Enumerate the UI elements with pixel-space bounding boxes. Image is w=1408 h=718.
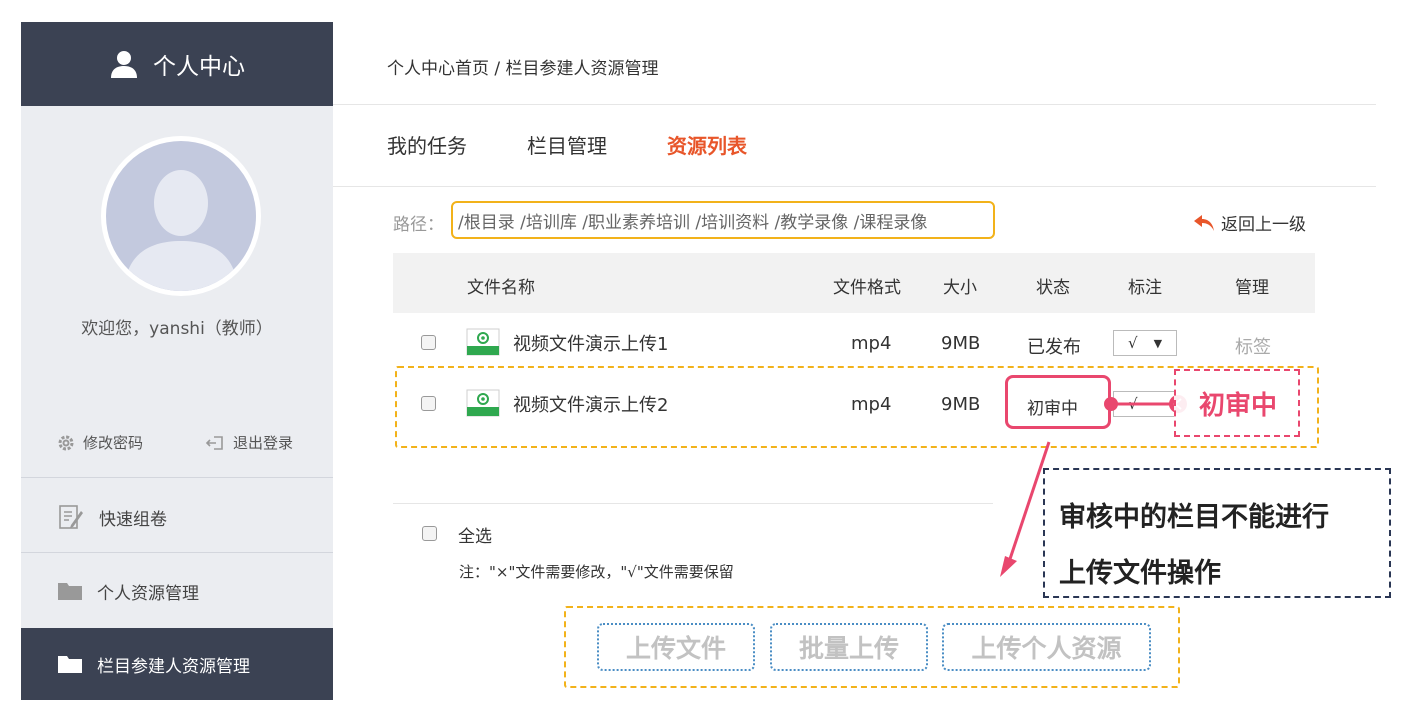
tabs-divider — [333, 186, 1376, 187]
path-label: 路径： — [393, 215, 444, 235]
back-button[interactable]: 返回上一级 — [1193, 210, 1306, 235]
sidebar-divider — [21, 552, 333, 553]
col-mark: 标注 — [1128, 278, 1162, 298]
folder-icon — [58, 656, 82, 673]
path-breadcrumb[interactable]: /根目录 /培训库 /职业素养培训 /培训资料 /教学录像 /课程录像 — [451, 201, 995, 239]
back-label: 返回上一级 — [1221, 215, 1306, 235]
file-format: mp4 — [851, 333, 892, 354]
welcome-text: 欢迎您，yanshi（教师） — [81, 319, 273, 339]
select-all-label[interactable]: 全选 — [458, 522, 492, 547]
annotation-note-line2: 上传文件操作 — [1059, 558, 1221, 589]
sidebar-divider — [21, 477, 333, 478]
batch-upload-button[interactable]: 批量上传 — [770, 623, 928, 671]
path-value: /根目录 /培训库 /职业素养培训 /培训资料 /教学录像 /课程录像 — [458, 212, 928, 233]
table-row: 视频文件演示上传1 mp4 9MB 已发布 √ ▼ 标签 — [393, 313, 1315, 373]
change-password-label: 修改密码 — [83, 434, 144, 452]
select-all-checkbox[interactable] — [422, 526, 437, 541]
avatar-silhouette-icon — [124, 170, 238, 291]
avatar[interactable] — [101, 136, 261, 296]
table-header: 文件名称 文件格式 大小 状态 标注 管理 — [393, 253, 1315, 313]
tab-resource-list[interactable]: 资源列表 — [667, 130, 747, 159]
logout-icon — [205, 435, 223, 450]
mark-note: 注："×"文件需要修改，"√"文件需要保留 — [459, 563, 734, 581]
logout-link[interactable]: 退出登录 — [205, 432, 293, 453]
sidebar-item-quick-paper[interactable]: 快速组卷 — [21, 481, 333, 553]
user-icon — [111, 51, 137, 78]
edit-document-icon — [59, 505, 83, 529]
col-format: 文件格式 — [833, 278, 901, 298]
tab-bar: 我的任务 栏目管理 资源列表 — [387, 130, 747, 159]
col-manage: 管理 — [1235, 278, 1269, 298]
back-arrow-icon — [1194, 214, 1214, 231]
mark-value: √ — [1128, 334, 1138, 352]
header-divider — [333, 104, 1376, 105]
tab-column-management[interactable]: 栏目管理 — [527, 130, 607, 159]
sidebar-item-personal-resources[interactable]: 个人资源管理 — [21, 555, 333, 627]
col-status: 状态 — [1036, 278, 1070, 298]
sidebar-header: 个人中心 — [21, 22, 333, 106]
sidebar-item-label: 个人资源管理 — [97, 583, 199, 604]
upload-file-button[interactable]: 上传文件 — [597, 623, 755, 671]
folder-icon — [58, 583, 82, 600]
mark-select[interactable]: √ ▼ — [1113, 330, 1177, 356]
col-name: 文件名称 — [467, 278, 535, 298]
sidebar-title: 个人中心 — [153, 54, 245, 80]
sidebar-item-column-resources[interactable]: 栏目参建人资源管理 — [21, 628, 333, 700]
file-status: 已发布 — [1027, 337, 1081, 358]
sidebar-item-label: 快速组卷 — [99, 509, 167, 530]
status-highlight-box — [1005, 375, 1111, 429]
main-panel: 个人中心首页 / 栏目参建人资源管理 我的任务 栏目管理 资源列表 路径： /根… — [333, 22, 1391, 700]
caret-down-icon: ▼ — [1153, 336, 1163, 350]
video-file-icon — [466, 328, 500, 356]
breadcrumb: 个人中心首页 / 栏目参建人资源管理 — [387, 59, 659, 79]
file-name[interactable]: 视频文件演示上传1 — [513, 330, 668, 356]
gear-icon — [58, 435, 74, 450]
annotation-note-line1: 审核中的栏目不能进行 — [1059, 502, 1329, 533]
row-checkbox[interactable] — [421, 335, 436, 350]
file-size: 9MB — [941, 333, 981, 354]
status-callout: 初审中 — [1174, 369, 1300, 437]
annotation-note: 审核中的栏目不能进行 上传文件操作 — [1043, 468, 1391, 598]
sidebar-item-label: 栏目参建人资源管理 — [97, 656, 250, 677]
tab-my-tasks[interactable]: 我的任务 — [387, 130, 467, 159]
tag-link[interactable]: 标签 — [1235, 333, 1271, 359]
upload-personal-resource-button[interactable]: 上传个人资源 — [942, 623, 1151, 671]
change-password-link[interactable]: 修改密码 — [57, 432, 143, 453]
table-bottom-divider — [393, 503, 993, 504]
sidebar: 个人中心 欢迎您，yanshi（教师） 修改密码 退出登录 快速组卷 个人资源管… — [21, 22, 333, 700]
col-size: 大小 — [943, 278, 977, 298]
logout-label: 退出登录 — [233, 434, 294, 452]
